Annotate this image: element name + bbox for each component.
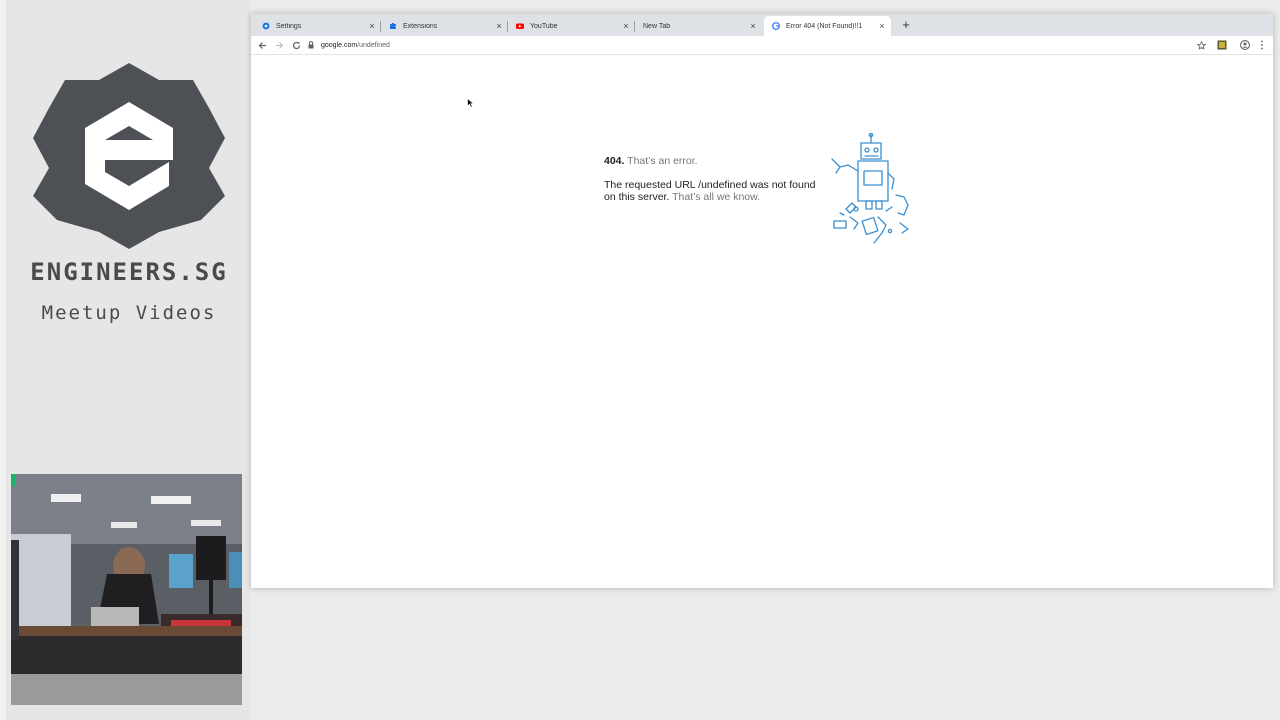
engineers-sg-logo bbox=[33, 63, 225, 249]
extension-button[interactable] bbox=[1216, 39, 1228, 51]
mouse-cursor-icon bbox=[467, 98, 475, 108]
error-headline: That’s an error. bbox=[627, 155, 698, 167]
kebab-menu-icon bbox=[1261, 40, 1263, 50]
speaker-camera-feed bbox=[11, 474, 242, 705]
tab-new-tab[interactable]: New Tab × bbox=[635, 16, 762, 36]
broken-robot-illustration bbox=[831, 133, 909, 244]
tab-label: Error 404 (Not Found)!!1 bbox=[786, 22, 863, 30]
profile-button[interactable] bbox=[1239, 39, 1251, 51]
error-tail: That’s all we know. bbox=[672, 191, 761, 203]
address-bar[interactable]: google.com/undefined bbox=[307, 38, 1193, 52]
tab-label: YouTube bbox=[530, 22, 558, 30]
account-icon bbox=[1240, 40, 1250, 50]
video-sidebar: ENGINEERS.SG Meetup Videos bbox=[0, 0, 250, 720]
left-strip bbox=[0, 0, 6, 720]
error-message: 404. That’s an error. The requested URL … bbox=[604, 155, 819, 215]
menu-button[interactable] bbox=[1256, 39, 1268, 51]
browser-toolbar: google.com/undefined bbox=[251, 36, 1273, 55]
tab-close-button[interactable]: × bbox=[494, 21, 504, 31]
extension-icon bbox=[1217, 40, 1227, 50]
error-body: The requested URL /undefined was not fou… bbox=[604, 179, 819, 203]
bookmark-star-button[interactable] bbox=[1195, 39, 1207, 51]
gear-icon bbox=[262, 22, 270, 30]
tab-label: New Tab bbox=[643, 22, 671, 30]
url-host: google.com bbox=[321, 41, 358, 49]
tab-close-button[interactable]: × bbox=[748, 21, 758, 31]
brand-title: ENGINEERS.SG bbox=[30, 258, 228, 286]
tab-close-button[interactable]: × bbox=[877, 21, 887, 31]
youtube-icon bbox=[516, 22, 524, 30]
arrow-right-icon bbox=[275, 41, 283, 49]
tab-error-404[interactable]: Error 404 (Not Found)!!1 × bbox=[764, 16, 891, 36]
tab-strip: Settings × Extensions × YouTube × New Ta… bbox=[251, 14, 1273, 36]
tab-label: Extensions bbox=[403, 22, 438, 30]
url-path: /undefined bbox=[357, 41, 390, 49]
error-code: 404. bbox=[604, 155, 625, 167]
forward-button[interactable] bbox=[273, 39, 285, 51]
lock-icon bbox=[307, 40, 315, 50]
puzzle-icon bbox=[389, 22, 397, 30]
page-viewport: 404. That’s an error. The requested URL … bbox=[251, 55, 1273, 588]
new-tab-button[interactable]: + bbox=[899, 18, 913, 32]
brand-subtitle: Meetup Videos bbox=[41, 302, 217, 324]
tab-youtube[interactable]: YouTube × bbox=[508, 16, 635, 36]
arrow-left-icon bbox=[258, 41, 266, 49]
browser-window: Settings × Extensions × YouTube × New Ta… bbox=[251, 14, 1273, 588]
google-icon bbox=[772, 22, 780, 30]
tab-settings[interactable]: Settings × bbox=[254, 16, 381, 36]
reload-button[interactable] bbox=[290, 39, 302, 51]
tab-label: Settings bbox=[276, 22, 302, 30]
tab-close-button[interactable]: × bbox=[367, 21, 377, 31]
error-heading: 404. That’s an error. bbox=[604, 155, 819, 167]
back-button[interactable] bbox=[256, 39, 268, 51]
tab-close-button[interactable]: × bbox=[621, 21, 631, 31]
star-icon bbox=[1196, 40, 1206, 50]
tab-extensions[interactable]: Extensions × bbox=[381, 16, 508, 36]
reload-icon bbox=[292, 41, 300, 49]
